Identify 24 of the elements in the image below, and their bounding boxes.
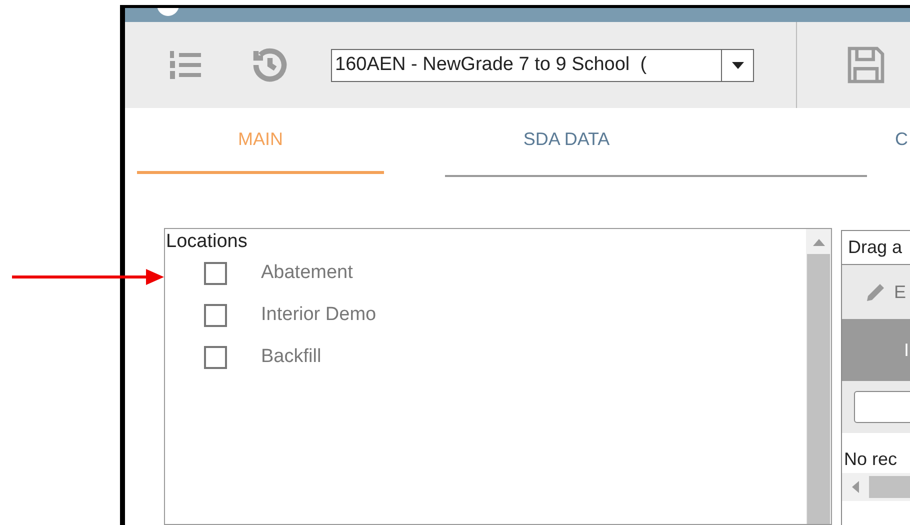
option-label: Interior Demo [261,302,376,327]
scroll-left-icon[interactable] [852,481,859,493]
group-hint: Drag a [848,236,902,259]
tab[interactable]: SDA DATA [384,108,749,174]
checkbox[interactable] [204,262,227,284]
location-option[interactable]: Abatement [166,252,806,294]
vertical-scrollbar[interactable] [806,229,831,524]
column-header[interactable]: I [842,319,910,381]
record-select-value: 160AEN - NewGrade 7 to 9 School ( [335,52,647,77]
location-option[interactable]: Interior Demo [166,294,806,336]
location-option[interactable]: Backfill [166,336,806,378]
caret-icon [732,62,744,68]
checkbox[interactable] [204,304,227,326]
tab[interactable]: C [749,108,910,174]
locations-title: Locations [166,230,248,254]
empty-message: No rec [844,448,898,471]
horizontal-scrollbar[interactable] [842,473,910,501]
option-label: Backfill [261,344,322,369]
checkbox[interactable] [204,346,227,368]
scroll-up-icon[interactable] [812,239,824,246]
filter-input[interactable] [854,391,910,423]
option-label: Abatement [261,260,353,285]
scroll-thumb[interactable] [807,254,830,524]
record-select[interactable]: 160AEN - NewGrade 7 to 9 School ( [331,48,754,82]
